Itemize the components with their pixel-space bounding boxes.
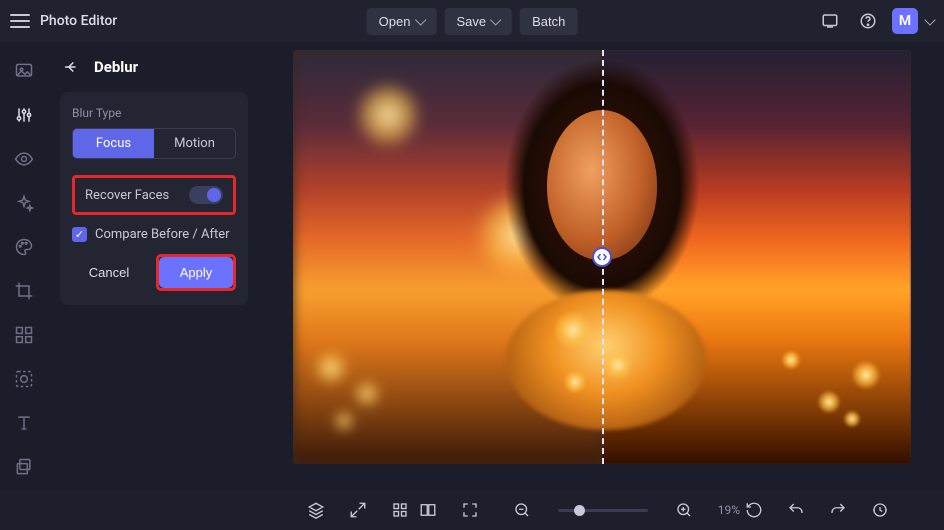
- compare-row[interactable]: ✓ Compare Before / After: [72, 227, 236, 242]
- zoom-percent: 19%: [718, 503, 740, 517]
- eye-icon[interactable]: [13, 148, 35, 170]
- apply-button[interactable]: Apply: [159, 257, 233, 288]
- redo-icon[interactable]: [824, 496, 852, 524]
- recover-faces-toggle[interactable]: [189, 186, 223, 204]
- adjust-icon[interactable]: [13, 104, 35, 126]
- top-bar: Photo Editor Open Save Batch M: [0, 0, 944, 42]
- app-title: Photo Editor: [40, 13, 117, 29]
- layers-panel-icon[interactable]: [302, 496, 330, 524]
- save-button[interactable]: Save: [444, 8, 512, 35]
- recover-faces-label: Recover Faces: [85, 188, 169, 203]
- shapes-icon[interactable]: [13, 324, 35, 346]
- side-panel: Deblur Blur Type Focus Motion Recover Fa…: [48, 42, 260, 490]
- batch-button[interactable]: Batch: [520, 8, 577, 35]
- menu-icon[interactable]: [10, 11, 30, 31]
- sparkle-icon[interactable]: [13, 192, 35, 214]
- layers-icon[interactable]: [13, 456, 35, 478]
- blur-type-label: Blur Type: [72, 106, 236, 120]
- chevron-down-icon: [415, 14, 426, 25]
- avatar[interactable]: M: [892, 8, 918, 34]
- back-button[interactable]: [60, 56, 82, 78]
- cancel-button[interactable]: Cancel: [72, 254, 146, 291]
- panel-title: Deblur: [94, 58, 138, 76]
- text-icon[interactable]: [13, 412, 35, 434]
- crop-icon[interactable]: [13, 280, 35, 302]
- mask-icon[interactable]: [13, 368, 35, 390]
- expand-icon[interactable]: [344, 496, 372, 524]
- tool-rail: [0, 42, 48, 490]
- open-button[interactable]: Open: [367, 8, 437, 35]
- help-icon[interactable]: [854, 7, 882, 35]
- chevron-down-icon[interactable]: [924, 14, 935, 25]
- reset-icon[interactable]: [740, 496, 768, 524]
- zoom-out-icon[interactable]: [508, 496, 536, 524]
- grid-icon[interactable]: [386, 496, 414, 524]
- palette-icon[interactable]: [13, 236, 35, 258]
- image-canvas[interactable]: [293, 50, 911, 464]
- segment-focus[interactable]: Focus: [73, 129, 154, 158]
- checkbox-icon: ✓: [72, 227, 87, 242]
- history-icon[interactable]: [866, 496, 894, 524]
- segment-motion[interactable]: Motion: [154, 129, 235, 158]
- zoom-in-icon[interactable]: [670, 496, 698, 524]
- canvas-area: [260, 42, 944, 490]
- zoom-slider[interactable]: [558, 509, 648, 512]
- fullscreen-icon[interactable]: [456, 496, 484, 524]
- compare-icon[interactable]: [414, 496, 442, 524]
- blur-type-segment: Focus Motion: [72, 128, 236, 159]
- undo-icon[interactable]: [782, 496, 810, 524]
- image-icon[interactable]: [13, 60, 35, 82]
- feedback-icon[interactable]: [816, 7, 844, 35]
- recover-faces-row: Recover Faces: [72, 175, 236, 215]
- compare-label: Compare Before / After: [95, 227, 230, 242]
- bottom-bar: 19%: [0, 490, 944, 530]
- chevron-down-icon: [490, 14, 501, 25]
- compare-handle[interactable]: [592, 247, 612, 267]
